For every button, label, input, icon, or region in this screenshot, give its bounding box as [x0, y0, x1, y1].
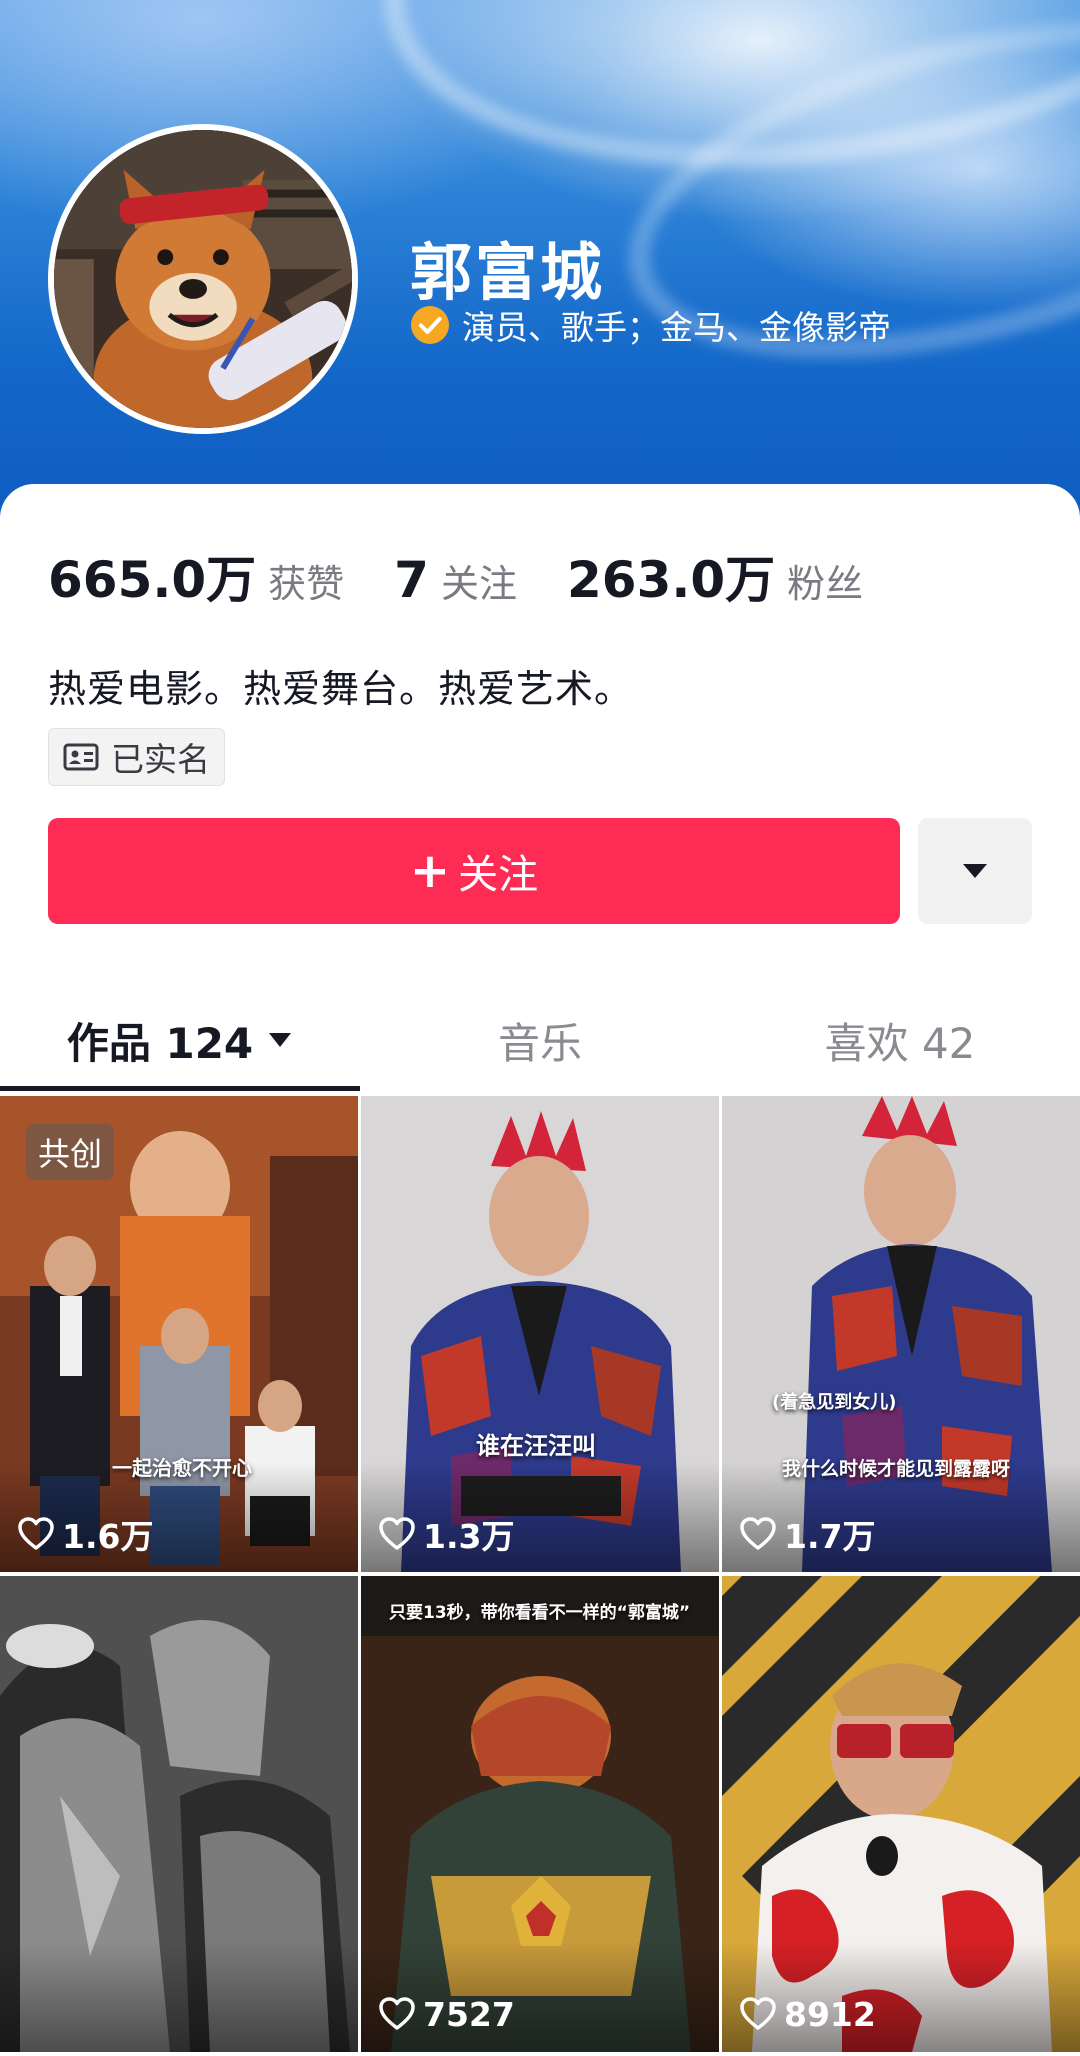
- video-likes-count: 8912: [784, 1994, 876, 2034]
- tab-likes[interactable]: 喜欢 42: [720, 990, 1080, 1090]
- tab-music-label: 音乐: [497, 1018, 582, 1068]
- avatar-image: [54, 130, 352, 428]
- video-likes: 1.6万: [18, 1514, 153, 1556]
- plus-icon: +: [409, 843, 451, 899]
- likes-count[interactable]: 665.0万: [48, 540, 256, 612]
- caret-down-icon: [963, 864, 987, 878]
- video-likes-count: 1.3万: [423, 1517, 515, 1556]
- heart-outline-icon: [740, 1517, 776, 1550]
- video-likes-count: 1.7万: [784, 1517, 876, 1556]
- video-caption: 谁在汪汪叫: [476, 1432, 596, 1460]
- real-name-badge: 已实名: [48, 728, 225, 786]
- video-caption: 一起治愈不开心: [112, 1456, 252, 1480]
- heart-outline-icon: [379, 1997, 415, 2030]
- video-thumbnail[interactable]: 谁在汪汪叫 1.3万: [361, 1096, 719, 1572]
- heart-outline-icon: [379, 1517, 415, 1550]
- id-card-icon: [63, 743, 99, 771]
- video-thumbnail[interactable]: 8912: [722, 1576, 1080, 2052]
- video-caption: 我什么时候才能见到露露呀: [782, 1458, 1011, 1480]
- heart-outline-icon: [740, 1997, 776, 2030]
- video-caption: 只要13秒，带你看看不一样的“郭富城”: [389, 1603, 691, 1623]
- content-tabs: 作品 124 音乐 喜欢 42: [0, 990, 1080, 1090]
- video-caption-secondary: (着急见到女儿): [772, 1392, 897, 1413]
- video-likes: 8912: [740, 1994, 876, 2034]
- followers-label[interactable]: 粉丝: [787, 553, 863, 608]
- caret-down-icon: [269, 1033, 292, 1047]
- avatar[interactable]: [48, 124, 358, 434]
- verified-text: 演员、歌手；金马、金像影帝: [462, 308, 891, 347]
- more-options-button[interactable]: [918, 818, 1032, 924]
- follow-button[interactable]: + 关注: [48, 818, 900, 924]
- verified-check-icon: [411, 306, 449, 344]
- tab-works[interactable]: 作品 124: [0, 990, 360, 1090]
- profile-name: 郭富城: [410, 236, 606, 309]
- following-count[interactable]: 7: [394, 551, 429, 609]
- real-name-text: 已实名: [111, 740, 210, 779]
- thumbnail-shade: [0, 1942, 358, 2052]
- verified-info: 演员、歌手；金马、金像影帝: [410, 302, 891, 348]
- profile-stats: 665.0万 获赞 7 关注 263.0万 粉丝: [48, 540, 913, 609]
- profile-bio: 热爱电影。热爱舞台。热爱艺术。: [48, 667, 634, 711]
- heart-outline-icon: [18, 1517, 54, 1550]
- tab-music[interactable]: 音乐: [360, 990, 720, 1090]
- tab-likes-label: 喜欢 42: [824, 1018, 976, 1068]
- video-likes-count: 1.6万: [62, 1517, 154, 1556]
- video-thumbnail[interactable]: (着急见到女儿) 我什么时候才能见到露露呀 1.7万: [722, 1096, 1080, 1572]
- video-likes: 1.7万: [740, 1514, 875, 1556]
- video-likes-count: 7527: [423, 1994, 515, 2034]
- video-thumbnail[interactable]: 共创 一起治愈不开心 1.6万: [0, 1096, 358, 1572]
- likes-label[interactable]: 获赞: [268, 553, 344, 608]
- co-creation-badge: 共创: [26, 1124, 115, 1180]
- video-thumbnail[interactable]: 只要13秒，带你看看不一样的“郭富城” 7527: [361, 1576, 719, 2052]
- video-likes: 1.3万: [379, 1514, 514, 1556]
- video-thumbnail[interactable]: [0, 1576, 358, 2052]
- tab-works-label: 作品 124: [66, 1018, 254, 1068]
- followers-count[interactable]: 263.0万: [567, 540, 775, 612]
- follow-label: 关注: [458, 852, 539, 898]
- active-tab-indicator: [0, 1086, 360, 1091]
- video-grid: 共创 一起治愈不开心 1.6万 谁在汪汪叫 1.3万 (着急见到女儿) 我什么时…: [0, 1096, 1080, 2056]
- video-likes: 7527: [379, 1994, 515, 2034]
- following-label[interactable]: 关注: [441, 553, 517, 608]
